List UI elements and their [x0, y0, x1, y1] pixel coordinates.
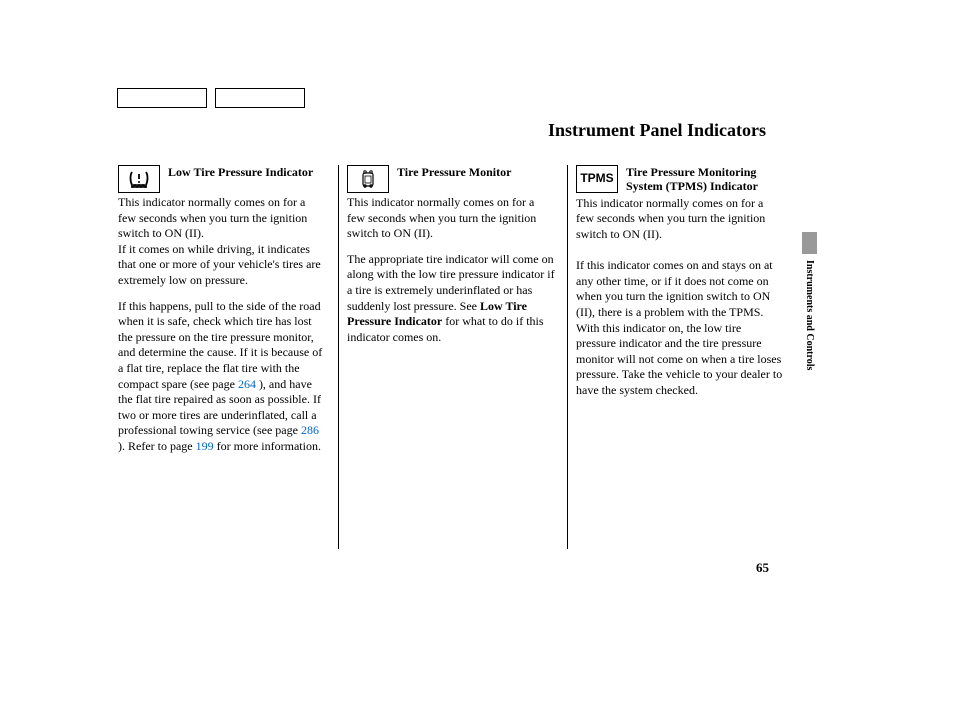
page-ref-286[interactable]: 286	[301, 423, 319, 437]
tire-pressure-monitor-icon	[347, 165, 389, 193]
tpms-icon-text: TPMS	[580, 171, 613, 187]
column-divider-2	[567, 165, 568, 549]
page-ref-264[interactable]: 264	[238, 377, 256, 391]
header-box-1	[117, 88, 207, 108]
tpms-icon: TPMS	[576, 165, 618, 193]
page-ref-199[interactable]: 199	[196, 439, 214, 453]
low-tire-pressure-header: Low Tire Pressure Indicator	[118, 165, 326, 193]
content-columns: Low Tire Pressure Indicator This indicat…	[118, 165, 794, 549]
col1-p3d: for more information.	[214, 439, 321, 453]
column-divider-1	[338, 165, 339, 549]
column-3: TPMS Tire Pressure Monitoring System (TP…	[576, 165, 794, 549]
tpms-title: Tire Pressure Monitoring System (TPMS) I…	[626, 165, 784, 194]
page-title: Instrument Panel Indicators	[548, 120, 766, 141]
section-tab-label: Instruments and Controls	[804, 260, 815, 370]
col3-p1: This indicator normally comes on for a f…	[576, 196, 784, 243]
tpms-header: TPMS Tire Pressure Monitoring System (TP…	[576, 165, 784, 194]
section-tab: Instruments and Controls	[802, 232, 817, 397]
header-placeholder-boxes	[117, 88, 305, 108]
tire-pressure-monitor-title: Tire Pressure Monitor	[397, 165, 511, 179]
col1-p3c: ). Refer to page	[118, 439, 196, 453]
low-tire-pressure-title: Low Tire Pressure Indicator	[168, 165, 313, 179]
col2-p1: This indicator normally comes on for a f…	[347, 195, 555, 242]
column-2: Tire Pressure Monitor This indicator nor…	[347, 165, 565, 549]
tire-pressure-monitor-header: Tire Pressure Monitor	[347, 165, 555, 193]
col3-p2: If this indicator comes on and stays on …	[576, 258, 784, 398]
col1-p1: This indicator normally comes on for a f…	[118, 195, 326, 242]
low-tire-pressure-icon	[118, 165, 160, 193]
section-tab-marker	[802, 232, 817, 254]
col1-p3: If this happens, pull to the side of the…	[118, 299, 326, 455]
col2-p2: The appropriate tire indicator will come…	[347, 252, 555, 346]
page-number: 65	[756, 560, 769, 576]
header-box-2	[215, 88, 305, 108]
column-1: Low Tire Pressure Indicator This indicat…	[118, 165, 336, 549]
col1-p2: If it comes on while driving, it indicat…	[118, 242, 326, 289]
